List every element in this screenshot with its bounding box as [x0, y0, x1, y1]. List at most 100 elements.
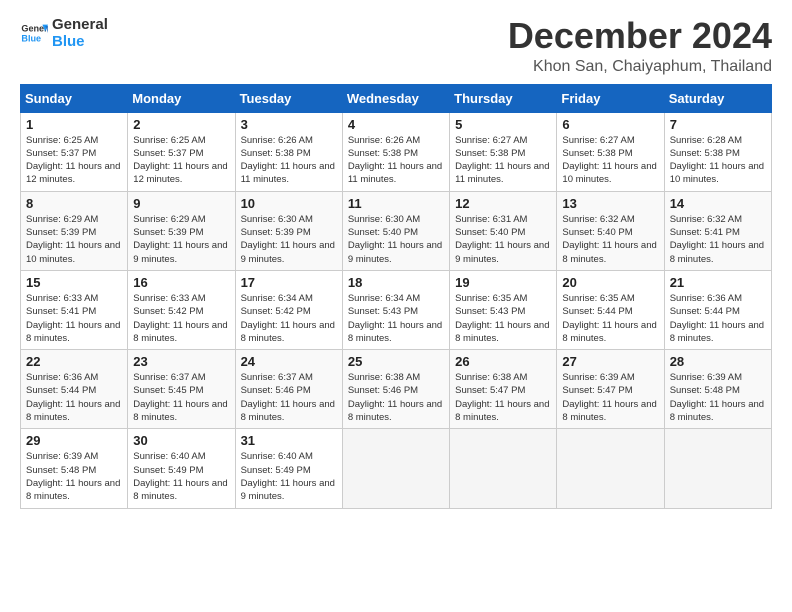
- calendar-cell: 7 Sunrise: 6:28 AM Sunset: 5:38 PM Dayli…: [664, 112, 771, 191]
- day-info: Sunrise: 6:27 AM Sunset: 5:38 PM Dayligh…: [455, 134, 551, 187]
- svg-text:Blue: Blue: [21, 34, 41, 44]
- calendar-cell: 16 Sunrise: 6:33 AM Sunset: 5:42 PM Dayl…: [128, 270, 235, 349]
- calendar-week-3: 15 Sunrise: 6:33 AM Sunset: 5:41 PM Dayl…: [21, 270, 772, 349]
- title-section: December 2024 Khon San, Chaiyaphum, Thai…: [508, 16, 772, 76]
- day-info: Sunrise: 6:40 AM Sunset: 5:49 PM Dayligh…: [241, 450, 337, 503]
- calendar-cell: [557, 429, 664, 508]
- calendar-cell: 13 Sunrise: 6:32 AM Sunset: 5:40 PM Dayl…: [557, 191, 664, 270]
- day-number: 7: [670, 117, 766, 132]
- day-number: 2: [133, 117, 229, 132]
- day-number: 12: [455, 196, 551, 211]
- day-number: 16: [133, 275, 229, 290]
- day-number: 15: [26, 275, 122, 290]
- calendar-cell: 20 Sunrise: 6:35 AM Sunset: 5:44 PM Dayl…: [557, 270, 664, 349]
- day-number: 10: [241, 196, 337, 211]
- day-info: Sunrise: 6:34 AM Sunset: 5:42 PM Dayligh…: [241, 292, 337, 345]
- day-number: 30: [133, 433, 229, 448]
- day-info: Sunrise: 6:26 AM Sunset: 5:38 PM Dayligh…: [241, 134, 337, 187]
- day-number: 19: [455, 275, 551, 290]
- calendar-cell: 25 Sunrise: 6:38 AM Sunset: 5:46 PM Dayl…: [342, 350, 449, 429]
- day-info: Sunrise: 6:32 AM Sunset: 5:40 PM Dayligh…: [562, 213, 658, 266]
- calendar-week-1: 1 Sunrise: 6:25 AM Sunset: 5:37 PM Dayli…: [21, 112, 772, 191]
- calendar-cell: 23 Sunrise: 6:37 AM Sunset: 5:45 PM Dayl…: [128, 350, 235, 429]
- calendar-cell: [342, 429, 449, 508]
- weekday-header-wednesday: Wednesday: [342, 84, 449, 112]
- calendar-cell: 29 Sunrise: 6:39 AM Sunset: 5:48 PM Dayl…: [21, 429, 128, 508]
- day-info: Sunrise: 6:37 AM Sunset: 5:46 PM Dayligh…: [241, 371, 337, 424]
- calendar-cell: 18 Sunrise: 6:34 AM Sunset: 5:43 PM Dayl…: [342, 270, 449, 349]
- calendar-cell: 3 Sunrise: 6:26 AM Sunset: 5:38 PM Dayli…: [235, 112, 342, 191]
- month-title: December 2024: [508, 16, 772, 56]
- weekday-header-sunday: Sunday: [21, 84, 128, 112]
- day-info: Sunrise: 6:29 AM Sunset: 5:39 PM Dayligh…: [26, 213, 122, 266]
- day-info: Sunrise: 6:39 AM Sunset: 5:48 PM Dayligh…: [670, 371, 766, 424]
- calendar-cell: 26 Sunrise: 6:38 AM Sunset: 5:47 PM Dayl…: [450, 350, 557, 429]
- day-number: 17: [241, 275, 337, 290]
- day-info: Sunrise: 6:30 AM Sunset: 5:40 PM Dayligh…: [348, 213, 444, 266]
- calendar-cell: 21 Sunrise: 6:36 AM Sunset: 5:44 PM Dayl…: [664, 270, 771, 349]
- calendar-cell: 6 Sunrise: 6:27 AM Sunset: 5:38 PM Dayli…: [557, 112, 664, 191]
- calendar-cell: 5 Sunrise: 6:27 AM Sunset: 5:38 PM Dayli…: [450, 112, 557, 191]
- calendar-cell: 10 Sunrise: 6:30 AM Sunset: 5:39 PM Dayl…: [235, 191, 342, 270]
- logo: General Blue General Blue: [20, 16, 108, 51]
- weekday-header-thursday: Thursday: [450, 84, 557, 112]
- day-number: 5: [455, 117, 551, 132]
- day-number: 23: [133, 354, 229, 369]
- day-number: 3: [241, 117, 337, 132]
- day-info: Sunrise: 6:35 AM Sunset: 5:43 PM Dayligh…: [455, 292, 551, 345]
- day-info: Sunrise: 6:26 AM Sunset: 5:38 PM Dayligh…: [348, 134, 444, 187]
- weekday-header-saturday: Saturday: [664, 84, 771, 112]
- weekday-header-row: SundayMondayTuesdayWednesdayThursdayFrid…: [21, 84, 772, 112]
- day-info: Sunrise: 6:39 AM Sunset: 5:47 PM Dayligh…: [562, 371, 658, 424]
- calendar-cell: 14 Sunrise: 6:32 AM Sunset: 5:41 PM Dayl…: [664, 191, 771, 270]
- calendar-cell: 11 Sunrise: 6:30 AM Sunset: 5:40 PM Dayl…: [342, 191, 449, 270]
- day-number: 24: [241, 354, 337, 369]
- day-info: Sunrise: 6:38 AM Sunset: 5:47 PM Dayligh…: [455, 371, 551, 424]
- day-info: Sunrise: 6:27 AM Sunset: 5:38 PM Dayligh…: [562, 134, 658, 187]
- calendar-cell: 8 Sunrise: 6:29 AM Sunset: 5:39 PM Dayli…: [21, 191, 128, 270]
- logo-icon: General Blue: [20, 19, 48, 47]
- day-info: Sunrise: 6:36 AM Sunset: 5:44 PM Dayligh…: [670, 292, 766, 345]
- calendar-cell: 27 Sunrise: 6:39 AM Sunset: 5:47 PM Dayl…: [557, 350, 664, 429]
- calendar-cell: [450, 429, 557, 508]
- day-info: Sunrise: 6:25 AM Sunset: 5:37 PM Dayligh…: [26, 134, 122, 187]
- weekday-header-tuesday: Tuesday: [235, 84, 342, 112]
- calendar-cell: 31 Sunrise: 6:40 AM Sunset: 5:49 PM Dayl…: [235, 429, 342, 508]
- day-number: 6: [562, 117, 658, 132]
- day-info: Sunrise: 6:29 AM Sunset: 5:39 PM Dayligh…: [133, 213, 229, 266]
- day-info: Sunrise: 6:28 AM Sunset: 5:38 PM Dayligh…: [670, 134, 766, 187]
- day-info: Sunrise: 6:39 AM Sunset: 5:48 PM Dayligh…: [26, 450, 122, 503]
- day-info: Sunrise: 6:33 AM Sunset: 5:41 PM Dayligh…: [26, 292, 122, 345]
- day-number: 14: [670, 196, 766, 211]
- day-number: 29: [26, 433, 122, 448]
- day-number: 8: [26, 196, 122, 211]
- day-number: 1: [26, 117, 122, 132]
- logo-text: General Blue: [52, 16, 108, 51]
- day-number: 11: [348, 196, 444, 211]
- calendar-cell: 12 Sunrise: 6:31 AM Sunset: 5:40 PM Dayl…: [450, 191, 557, 270]
- day-info: Sunrise: 6:34 AM Sunset: 5:43 PM Dayligh…: [348, 292, 444, 345]
- location: Khon San, Chaiyaphum, Thailand: [508, 58, 772, 76]
- weekday-header-friday: Friday: [557, 84, 664, 112]
- day-number: 4: [348, 117, 444, 132]
- page-header: General Blue General Blue December 2024 …: [20, 16, 772, 76]
- calendar-week-5: 29 Sunrise: 6:39 AM Sunset: 5:48 PM Dayl…: [21, 429, 772, 508]
- calendar-cell: 19 Sunrise: 6:35 AM Sunset: 5:43 PM Dayl…: [450, 270, 557, 349]
- day-number: 26: [455, 354, 551, 369]
- day-number: 22: [26, 354, 122, 369]
- day-number: 27: [562, 354, 658, 369]
- day-number: 25: [348, 354, 444, 369]
- calendar-cell: 4 Sunrise: 6:26 AM Sunset: 5:38 PM Dayli…: [342, 112, 449, 191]
- calendar-week-2: 8 Sunrise: 6:29 AM Sunset: 5:39 PM Dayli…: [21, 191, 772, 270]
- calendar-cell: 17 Sunrise: 6:34 AM Sunset: 5:42 PM Dayl…: [235, 270, 342, 349]
- calendar-week-4: 22 Sunrise: 6:36 AM Sunset: 5:44 PM Dayl…: [21, 350, 772, 429]
- day-info: Sunrise: 6:40 AM Sunset: 5:49 PM Dayligh…: [133, 450, 229, 503]
- day-number: 18: [348, 275, 444, 290]
- calendar-cell: 24 Sunrise: 6:37 AM Sunset: 5:46 PM Dayl…: [235, 350, 342, 429]
- calendar-cell: 28 Sunrise: 6:39 AM Sunset: 5:48 PM Dayl…: [664, 350, 771, 429]
- day-info: Sunrise: 6:31 AM Sunset: 5:40 PM Dayligh…: [455, 213, 551, 266]
- calendar-table: SundayMondayTuesdayWednesdayThursdayFrid…: [20, 84, 772, 509]
- day-info: Sunrise: 6:33 AM Sunset: 5:42 PM Dayligh…: [133, 292, 229, 345]
- day-number: 28: [670, 354, 766, 369]
- day-info: Sunrise: 6:30 AM Sunset: 5:39 PM Dayligh…: [241, 213, 337, 266]
